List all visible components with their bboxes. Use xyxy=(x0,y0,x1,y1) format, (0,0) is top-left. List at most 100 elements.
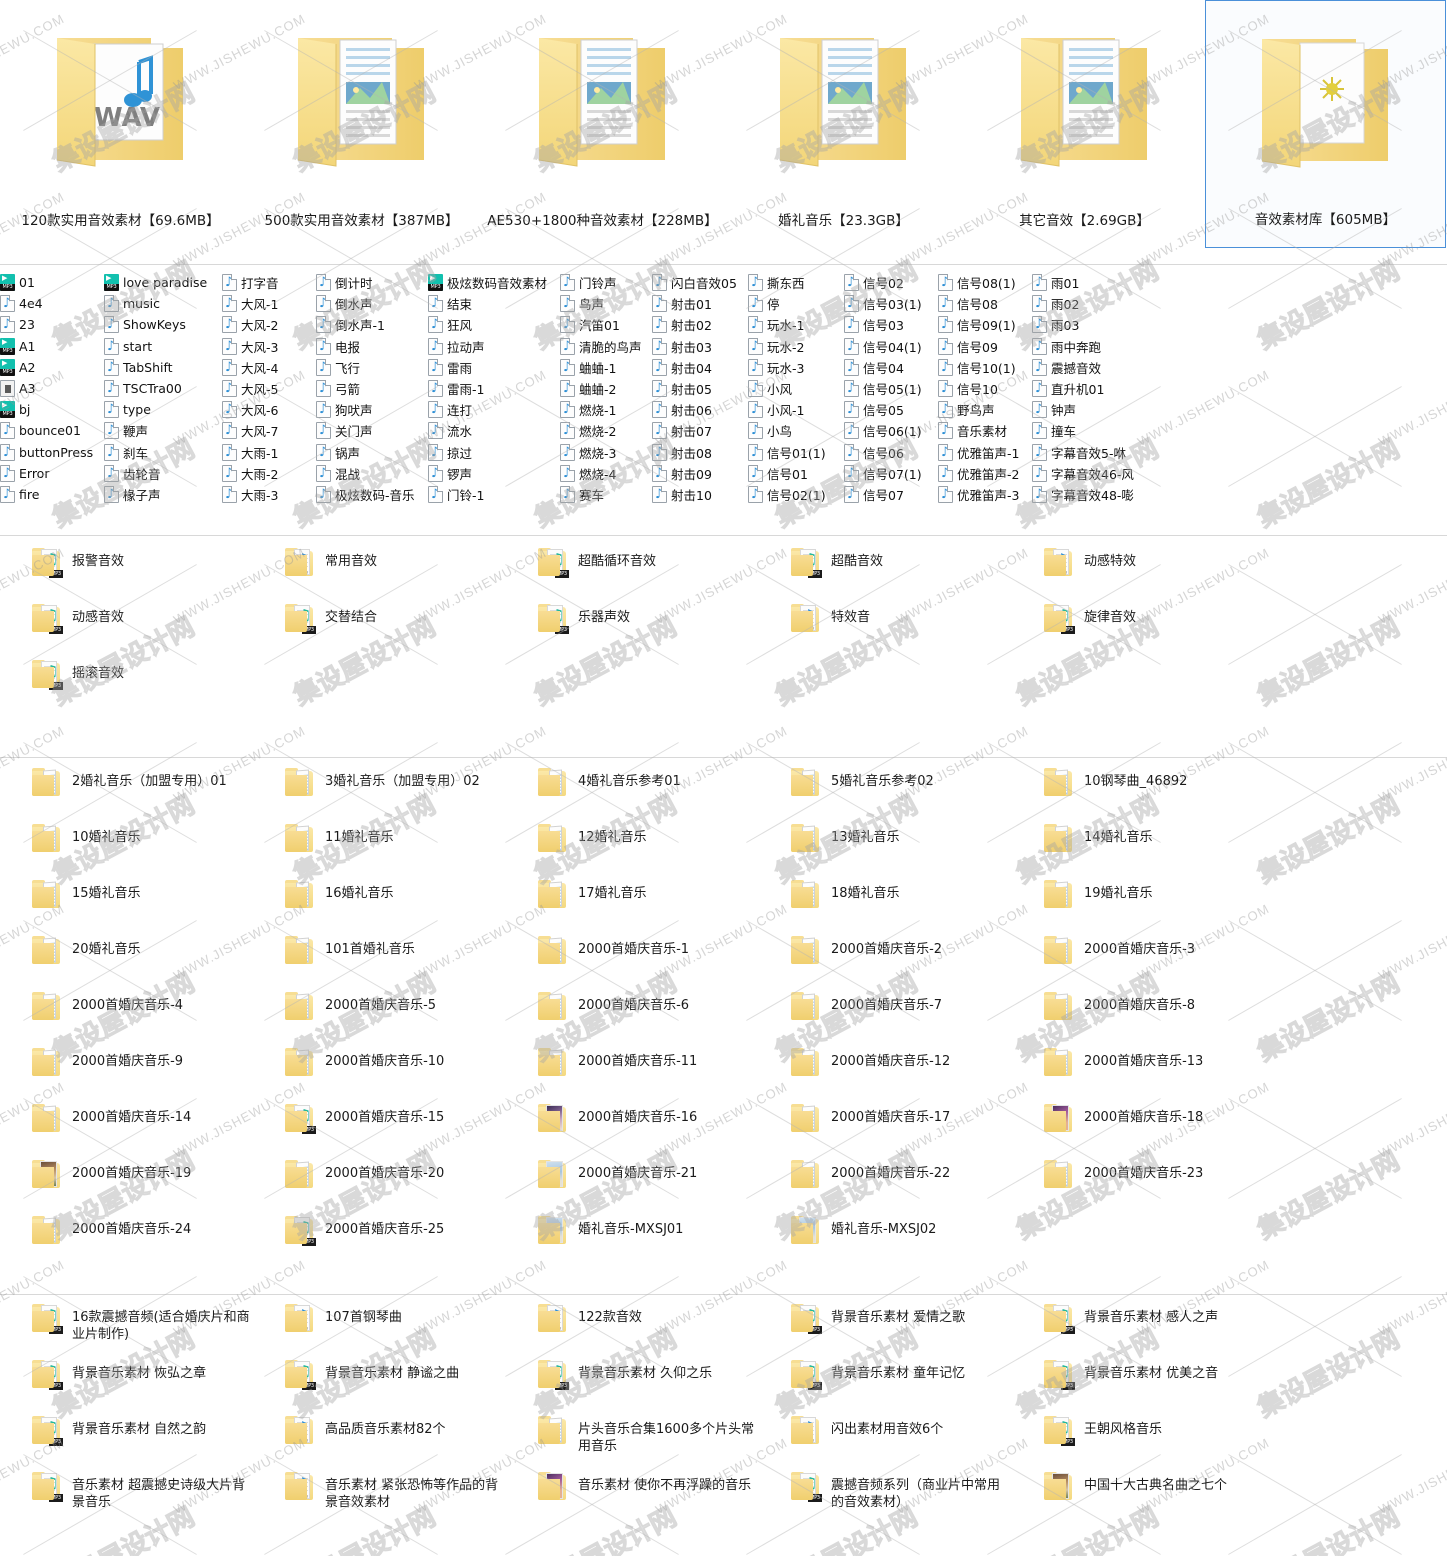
file-list-item[interactable]: 锣声 xyxy=(428,463,560,484)
file-list-item[interactable]: 椽子声 xyxy=(104,484,222,505)
file-list-item[interactable]: 大雨-3 xyxy=(222,484,316,505)
file-list-item[interactable]: 雷雨 xyxy=(428,357,560,378)
folder-item[interactable]: ♫MP3 乐器声效 xyxy=(506,604,759,660)
folder-item[interactable]: 19婚礼音乐 xyxy=(1012,880,1265,936)
folder-item[interactable]: ♪WAV 动感特效 xyxy=(1012,548,1265,604)
folder-item[interactable]: 2000首婚庆音乐-9 xyxy=(0,1048,253,1104)
file-list-item[interactable]: 混战 xyxy=(316,463,428,484)
file-list-item[interactable]: 燃烧-2 xyxy=(560,420,652,441)
folder-item[interactable]: 2000首婚庆音乐-1 xyxy=(506,936,759,992)
file-list-item[interactable]: 玩水-2 xyxy=(748,336,844,357)
file-list-item[interactable]: fire xyxy=(0,484,104,505)
file-list-item[interactable]: 信号05(1) xyxy=(844,378,938,399)
folder-item[interactable]: 中国十大古典名曲之七个 xyxy=(1012,1472,1265,1528)
folder-item[interactable]: 13婚礼音乐 xyxy=(759,824,1012,880)
file-list-item[interactable]: 音乐素材 xyxy=(938,420,1032,441)
file-list-item[interactable]: 大风-2 xyxy=(222,314,316,335)
file-list-item[interactable]: 信号07(1) xyxy=(844,463,938,484)
file-list-item[interactable]: TSCTra00 xyxy=(104,378,222,399)
file-list-item[interactable]: ShowKeys xyxy=(104,314,222,335)
folder-item[interactable]: ♫MP3 背景音乐素材 恢弘之章 xyxy=(0,1360,253,1416)
folder-item[interactable]: ♪WAV 122款音效 xyxy=(506,1304,759,1360)
folder-item[interactable]: 17婚礼音乐 xyxy=(506,880,759,936)
folder-item[interactable]: 2000首婚庆音乐-23 xyxy=(1012,1160,1265,1216)
folder-item[interactable]: ♫MP3 音乐素材 超震撼史诗级大片背景音乐 xyxy=(0,1472,253,1528)
folder-item[interactable]: 婚礼音乐-MXSJ02 xyxy=(759,1216,1012,1272)
folder-item[interactable]: 2婚礼音乐（加盟专用）01 xyxy=(0,768,253,824)
folder-item[interactable]: 2000首婚庆音乐-20 xyxy=(253,1160,506,1216)
file-list-item[interactable]: 大风-1 xyxy=(222,293,316,314)
file-list-item[interactable]: 射击10 xyxy=(652,484,748,505)
file-list-item[interactable]: 结束 xyxy=(428,293,560,314)
file-list-item[interactable]: 01 xyxy=(0,272,104,293)
folder-item[interactable]: 2000首婚庆音乐-19 xyxy=(0,1160,253,1216)
file-list-item[interactable]: bounce01 xyxy=(0,420,104,441)
folder-item[interactable]: 4婚礼音乐参考01 xyxy=(506,768,759,824)
folder-item[interactable]: 片头音乐合集1600多个片头常用音乐 xyxy=(506,1416,759,1472)
file-list-item[interactable]: A1 xyxy=(0,336,104,357)
folder-item[interactable]: 2000首婚庆音乐-11 xyxy=(506,1048,759,1104)
file-list-item[interactable]: love paradise xyxy=(104,272,222,293)
folder-item[interactable]: 16婚礼音乐 xyxy=(253,880,506,936)
file-list-item[interactable]: 射击03 xyxy=(652,336,748,357)
folder-item[interactable]: 2000首婚庆音乐-5 xyxy=(253,992,506,1048)
file-list-item[interactable]: A3 xyxy=(0,378,104,399)
file-list-item[interactable]: 燃烧-1 xyxy=(560,399,652,420)
file-list-item[interactable]: 齿轮音 xyxy=(104,463,222,484)
file-list-item[interactable]: 信号04 xyxy=(844,357,938,378)
folder-item[interactable]: ♪WAV 高品质音乐素材82个 xyxy=(253,1416,506,1472)
file-list-item[interactable]: 野鸟声 xyxy=(938,399,1032,420)
folder-item[interactable]: ♫MP3 背景音乐素材 优美之音 xyxy=(1012,1360,1265,1416)
folder-item[interactable]: 18婚礼音乐 xyxy=(759,880,1012,936)
file-list-item[interactable]: 信号01 xyxy=(748,463,844,484)
file-list-item[interactable]: 信号03(1) xyxy=(844,293,938,314)
file-list-item[interactable]: 射击07 xyxy=(652,420,748,441)
file-list-item[interactable]: 大雨-2 xyxy=(222,463,316,484)
file-list-item[interactable]: buttonPress xyxy=(0,442,104,463)
folder-item[interactable]: ♫MP3 交替结合 xyxy=(253,604,506,660)
file-list-item[interactable]: 撕东西 xyxy=(748,272,844,293)
folder-item[interactable]: 2000首婚庆音乐-7 xyxy=(759,992,1012,1048)
file-list-item[interactable]: start xyxy=(104,336,222,357)
file-list-item[interactable]: 倒计时 xyxy=(316,272,428,293)
file-list-item[interactable]: 狗吠声 xyxy=(316,399,428,420)
file-list-item[interactable]: 关门声 xyxy=(316,420,428,441)
file-list-item[interactable]: 雨03 xyxy=(1032,314,1144,335)
file-list-item[interactable]: 信号10(1) xyxy=(938,357,1032,378)
file-list-item[interactable]: 信号05 xyxy=(844,399,938,420)
folder-item[interactable]: 2000首婚庆音乐-2 xyxy=(759,936,1012,992)
folder-item[interactable]: 2000首婚庆音乐-24 xyxy=(0,1216,253,1272)
top-folder-tile[interactable]: WAV 120款实用音效素材【69.6MB】 xyxy=(0,0,241,248)
top-folder-tile[interactable]: 音效素材库【605MB】 xyxy=(1205,0,1446,248)
file-list-item[interactable]: 拉动声 xyxy=(428,336,560,357)
file-list-item[interactable]: 狂风 xyxy=(428,314,560,335)
file-list-item[interactable]: 字幕音效5-咻 xyxy=(1032,442,1144,463)
folder-item[interactable]: 12婚礼音乐 xyxy=(506,824,759,880)
file-list-item[interactable]: 连打 xyxy=(428,399,560,420)
folder-item[interactable]: ♪WAV 音乐素材 紧张恐怖等作品的背景音效素材 xyxy=(253,1472,506,1528)
file-list-item[interactable]: 4e4 xyxy=(0,293,104,314)
file-list-item[interactable]: 赛车 xyxy=(560,484,652,505)
file-list-item[interactable]: 优雅笛声-3 xyxy=(938,484,1032,505)
folder-item[interactable]: 5婚礼音乐参考02 xyxy=(759,768,1012,824)
file-list-item[interactable]: 大风-4 xyxy=(222,357,316,378)
folder-item[interactable]: 2000首婚庆音乐-6 xyxy=(506,992,759,1048)
folder-item[interactable]: 婚礼音乐-MXSJ01 xyxy=(506,1216,759,1272)
folder-item[interactable]: ♫MP3 背景音乐素材 久仰之乐 xyxy=(506,1360,759,1416)
top-folder-tile[interactable]: AE530+1800种音效素材【228MB】 xyxy=(482,0,723,248)
file-list-item[interactable]: 雷雨-1 xyxy=(428,378,560,399)
file-list-item[interactable]: 射击06 xyxy=(652,399,748,420)
folder-item[interactable]: 11婚礼音乐 xyxy=(253,824,506,880)
file-list-item[interactable]: 23 xyxy=(0,314,104,335)
folder-item[interactable]: 2000首婚庆音乐-16 xyxy=(506,1104,759,1160)
file-list-item[interactable]: 射击04 xyxy=(652,357,748,378)
file-list-item[interactable]: 信号10 xyxy=(938,378,1032,399)
file-list-item[interactable]: 蛐蛐-2 xyxy=(560,378,652,399)
folder-item[interactable]: 2000首婚庆音乐-4 xyxy=(0,992,253,1048)
file-list-item[interactable]: 震撼音效 xyxy=(1032,357,1144,378)
file-list-item[interactable]: 大风-5 xyxy=(222,378,316,399)
file-list-item[interactable]: 闪白音效05 xyxy=(652,272,748,293)
folder-item[interactable]: 2000首婚庆音乐-8 xyxy=(1012,992,1265,1048)
file-list-item[interactable]: 信号02(1) xyxy=(748,484,844,505)
file-list-item[interactable]: 钟声 xyxy=(1032,399,1144,420)
